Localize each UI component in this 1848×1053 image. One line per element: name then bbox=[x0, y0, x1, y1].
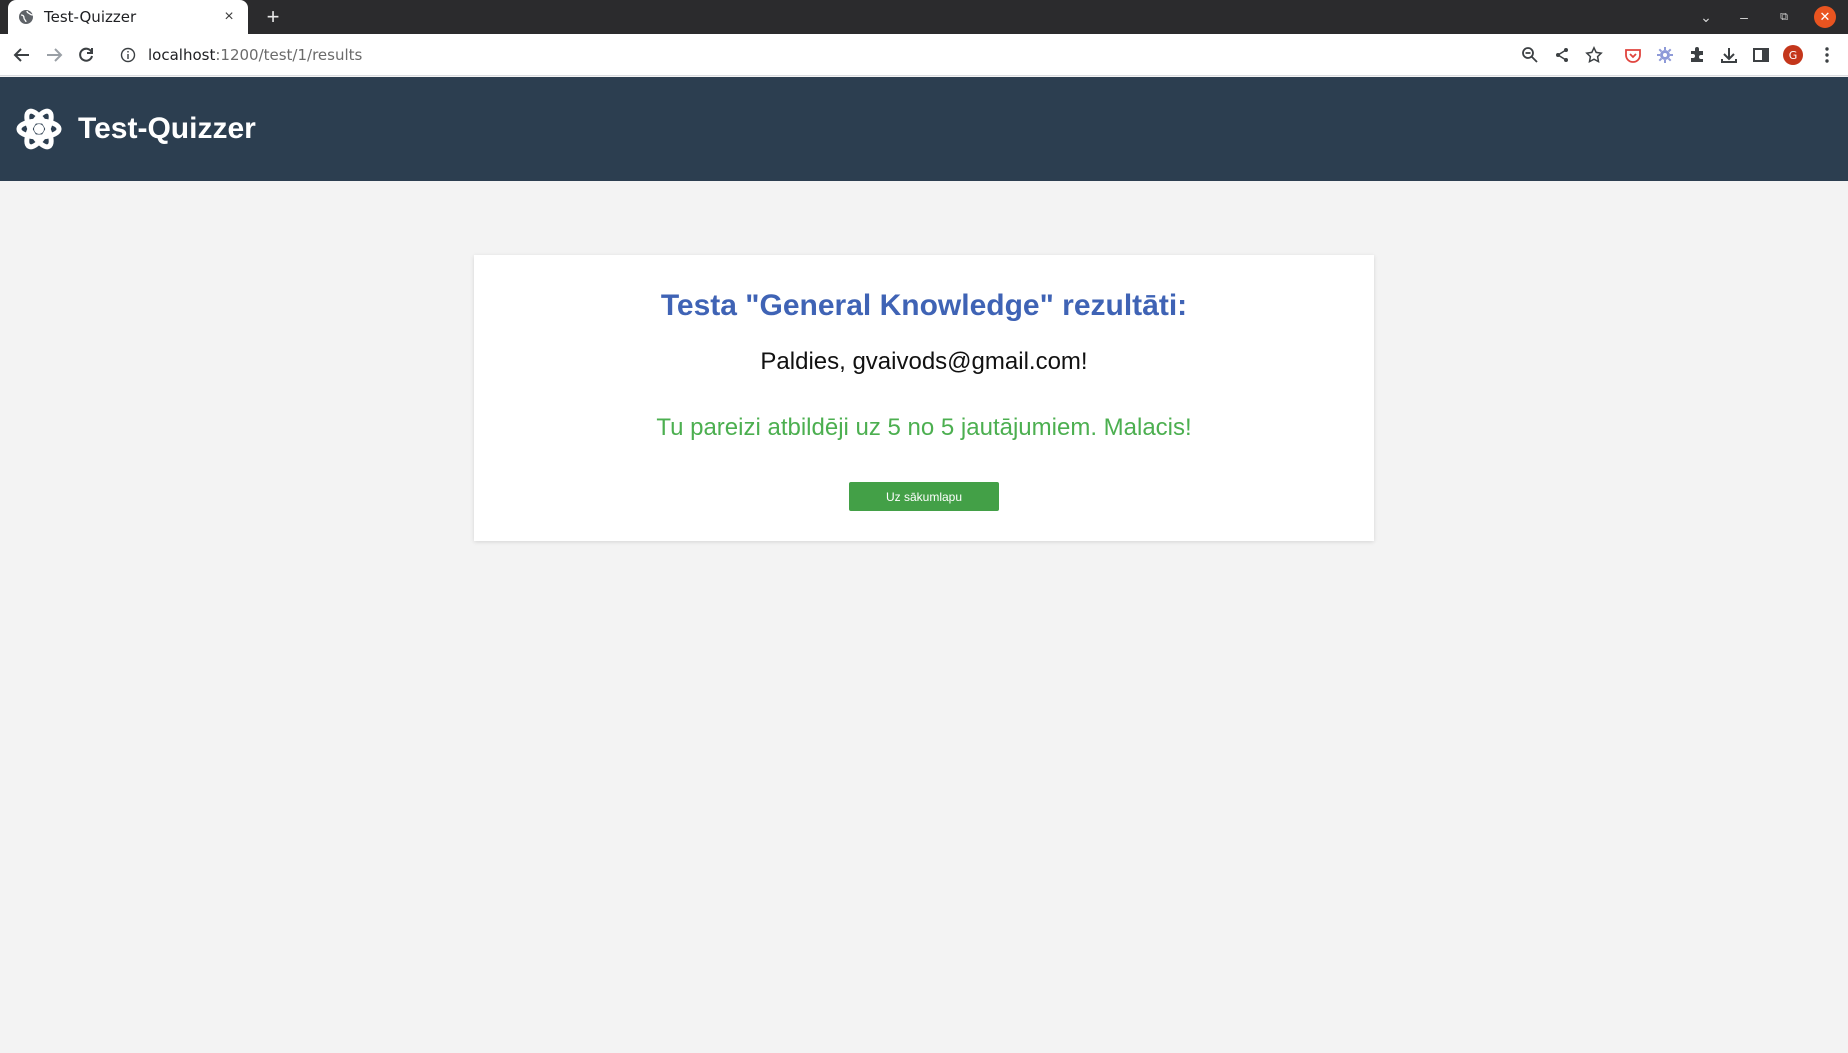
score-message: Tu pareizi atbildēji uz 5 no 5 jautājumi… bbox=[656, 414, 1192, 441]
results-card: Testa "General Knowledge" rezultāti: Pal… bbox=[474, 255, 1374, 541]
minimize-icon[interactable]: – bbox=[1732, 0, 1756, 34]
gear-extension-icon[interactable] bbox=[1654, 44, 1676, 66]
tab-search-icon[interactable]: ⌄ bbox=[1694, 0, 1718, 34]
browser-tab-strip: Test-Quizzer × + ⌄ – ⧉ ✕ bbox=[0, 0, 1848, 34]
brand-title[interactable]: Test-Quizzer bbox=[78, 112, 256, 146]
forward-button[interactable] bbox=[42, 43, 66, 67]
window-close-button[interactable]: ✕ bbox=[1813, 0, 1837, 34]
avatar: G bbox=[1783, 45, 1803, 65]
restore-icon[interactable]: ⧉ bbox=[1772, 0, 1796, 34]
home-button[interactable]: Uz sākumlapu bbox=[849, 482, 999, 511]
url-host: localhost bbox=[148, 46, 216, 64]
arrow-right-icon bbox=[47, 48, 63, 62]
results-title: Testa "General Knowledge" rezultāti: bbox=[660, 289, 1188, 322]
reload-icon bbox=[79, 47, 93, 62]
profile-button[interactable]: G bbox=[1782, 44, 1804, 66]
browser-menu-icon[interactable] bbox=[1816, 44, 1838, 66]
info-icon[interactable] bbox=[120, 47, 136, 63]
new-tab-button[interactable]: + bbox=[260, 4, 286, 30]
pocket-extension-icon[interactable] bbox=[1622, 44, 1644, 66]
close-icon: ✕ bbox=[1814, 6, 1836, 28]
app-header: Test-Quizzer bbox=[0, 77, 1848, 181]
back-button[interactable] bbox=[10, 43, 34, 67]
share-icon[interactable] bbox=[1551, 44, 1573, 66]
browser-toolbar: localhost :1200/test/1/results G bbox=[0, 34, 1848, 76]
arrow-left-icon bbox=[13, 48, 29, 62]
download-icon[interactable] bbox=[1718, 44, 1740, 66]
thanks-message: Paldies, gvaivods@gmail.com! bbox=[760, 348, 1088, 375]
tab-close-icon[interactable]: × bbox=[220, 8, 238, 26]
tab-title: Test-Quizzer bbox=[44, 8, 137, 26]
extensions-puzzle-icon[interactable] bbox=[1686, 44, 1708, 66]
bookmark-star-icon[interactable] bbox=[1583, 44, 1605, 66]
reload-button[interactable] bbox=[74, 43, 98, 67]
globe-icon bbox=[18, 9, 34, 25]
url-path: :1200/test/1/results bbox=[215, 46, 363, 64]
zoom-icon[interactable] bbox=[1519, 44, 1541, 66]
address-bar[interactable]: localhost :1200/test/1/results bbox=[108, 38, 1608, 72]
side-panel-icon[interactable] bbox=[1750, 44, 1772, 66]
atom-icon bbox=[16, 106, 62, 152]
browser-tab[interactable]: Test-Quizzer × bbox=[8, 0, 248, 34]
